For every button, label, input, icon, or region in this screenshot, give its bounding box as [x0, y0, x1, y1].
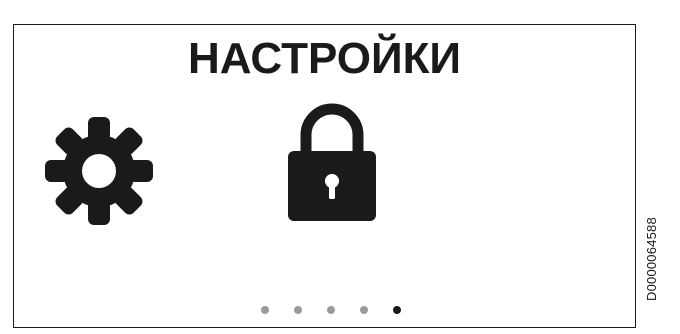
display-screen: НАСТРОЙКИ: [13, 24, 636, 328]
lock-icon[interactable]: [286, 101, 378, 223]
screen-title: НАСТРОЙКИ: [187, 34, 462, 83]
page-dot-active[interactable]: [392, 306, 401, 314]
page-dot[interactable]: [260, 306, 269, 314]
page-dot[interactable]: [326, 306, 335, 314]
page-indicator: [14, 303, 635, 317]
document-code: D0000064588: [644, 217, 659, 301]
page-dot[interactable]: [293, 306, 302, 314]
page-dot[interactable]: [359, 306, 368, 314]
gear-icon[interactable]: [43, 115, 155, 227]
